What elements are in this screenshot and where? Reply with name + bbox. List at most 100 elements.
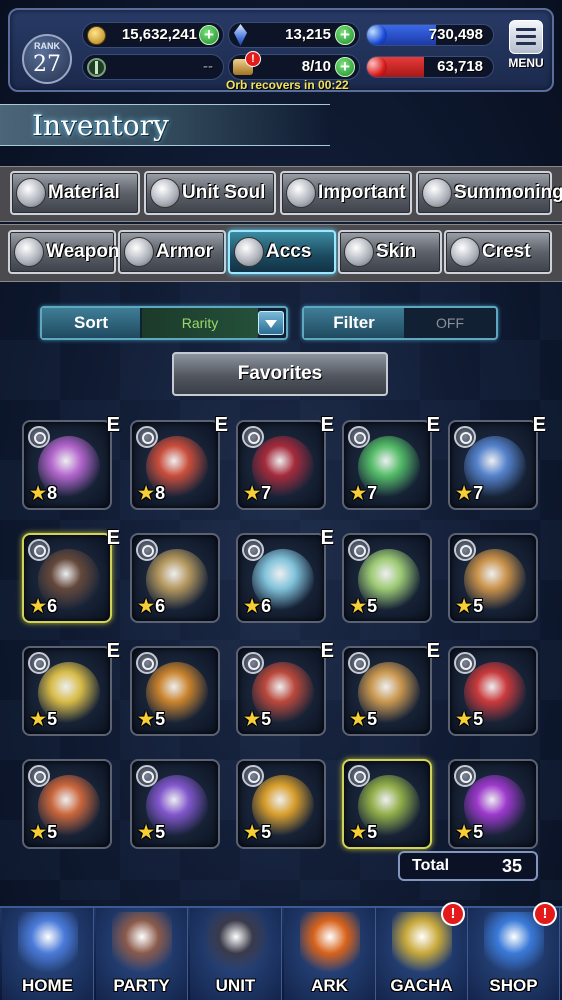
add-orb-button[interactable]: + xyxy=(335,57,355,77)
accessory-item[interactable]: ★5 xyxy=(342,533,432,623)
accessory-item[interactable]: E ★8 xyxy=(22,414,120,510)
tab-important[interactable]: Important xyxy=(280,171,412,215)
accessory-type-icon xyxy=(136,539,158,561)
accessory-type-icon xyxy=(348,652,370,674)
tab-label: Important xyxy=(318,182,406,203)
accessory-item[interactable]: E ★5 xyxy=(22,640,120,736)
tab-skin[interactable]: Skin xyxy=(338,230,442,274)
nav-shop[interactable]: SHOP! xyxy=(468,902,560,1000)
accessory-type-icon xyxy=(242,652,264,674)
page-title: Inventory xyxy=(32,109,169,142)
star-icon: ★ xyxy=(30,709,47,729)
total-counter: Total 35 xyxy=(398,851,538,881)
accessory-item[interactable]: E ★7 xyxy=(342,414,440,510)
accessory-item[interactable]: ★5 xyxy=(236,759,326,849)
nav-gacha[interactable]: GACHA! xyxy=(376,902,468,1000)
star-icon: ★ xyxy=(456,483,473,503)
soul-flame-icon xyxy=(150,178,180,208)
sort-control[interactable]: Sort Rarity xyxy=(40,306,288,340)
accessory-item[interactable]: ★6 xyxy=(130,533,220,623)
filter-control[interactable]: Filter OFF xyxy=(302,306,498,340)
tab-armor[interactable]: Armor xyxy=(118,230,226,274)
star-icon: ★ xyxy=(138,709,155,729)
sort-dropdown-button[interactable] xyxy=(258,311,284,335)
tab-label: Weapon xyxy=(46,241,120,262)
nav-home[interactable]: HOME xyxy=(2,908,94,1000)
rarity-label: ★5 xyxy=(456,709,483,730)
star-icon: ★ xyxy=(30,596,47,616)
rarity-label: ★6 xyxy=(30,596,57,617)
equipped-marker: E xyxy=(426,640,440,662)
star-icon: ★ xyxy=(456,709,473,729)
accessory-item[interactable]: ★5 xyxy=(448,646,538,736)
accessory-item[interactable]: E ★5 xyxy=(342,640,440,736)
nav-unit[interactable]: UNIT xyxy=(190,908,282,1000)
equipped-marker: E xyxy=(532,414,546,436)
total-label: Total xyxy=(412,857,450,874)
rarity-label: ★5 xyxy=(30,822,57,843)
accessory-item[interactable]: E ★8 xyxy=(130,414,228,510)
notification-badge: ! xyxy=(533,902,557,926)
tab-accs[interactable]: Accs xyxy=(228,230,336,274)
nav-party[interactable]: PARTY xyxy=(96,908,188,1000)
add-lapis-button[interactable]: + xyxy=(335,25,355,45)
accessory-item[interactable]: ★5 xyxy=(448,533,538,623)
rarity-value: 6 xyxy=(261,596,272,616)
accessory-item[interactable]: ★5 xyxy=(342,759,432,849)
party-icon xyxy=(112,912,172,974)
accessory-type-icon xyxy=(454,426,476,448)
accessory-type-icon xyxy=(348,539,370,561)
rarity-label: ★5 xyxy=(350,596,377,617)
accessory-item[interactable]: ★5 xyxy=(130,759,220,849)
rarity-value: 8 xyxy=(47,483,58,503)
rarity-value: 5 xyxy=(473,596,484,616)
accessory-item[interactable]: E ★5 xyxy=(236,640,334,736)
nav-label: UNIT xyxy=(215,976,256,995)
blue-orb-icon xyxy=(367,25,387,45)
star-icon: ★ xyxy=(138,483,155,503)
star-icon: ★ xyxy=(456,596,473,616)
tab-label: Material xyxy=(48,182,120,203)
tab-label: Unit Soul xyxy=(182,182,266,203)
tab-summoning[interactable]: Summoning xyxy=(416,171,562,215)
add-gil-button[interactable]: + xyxy=(199,25,219,45)
total-value: 35 xyxy=(501,856,522,876)
friend-counter: -- xyxy=(82,54,224,80)
accessory-item[interactable]: ★5 xyxy=(448,759,538,849)
tab-crest[interactable]: Crest xyxy=(444,230,552,274)
nav-ark[interactable]: ARK xyxy=(284,908,376,1000)
tab-label: Accs xyxy=(266,241,312,262)
gil-coin-icon xyxy=(87,26,106,45)
tab-label: Crest xyxy=(482,241,531,262)
sort-label: Sort xyxy=(42,308,140,338)
lapis-value: 13,215 xyxy=(285,26,331,43)
accessory-item[interactable]: E ★7 xyxy=(448,414,546,510)
armor-icon xyxy=(124,237,154,267)
sword-icon xyxy=(14,237,44,267)
rarity-label: ★5 xyxy=(456,596,483,617)
star-icon: ★ xyxy=(244,596,261,616)
accessory-item[interactable]: E ★7 xyxy=(236,414,334,510)
tab-label: Summoning xyxy=(454,182,562,203)
accessory-item[interactable]: ★5 xyxy=(22,759,112,849)
unit-icon xyxy=(206,912,266,974)
red-orb-icon xyxy=(367,57,387,77)
star-icon: ★ xyxy=(244,822,261,842)
tab-material[interactable]: Material xyxy=(10,171,140,215)
rarity-value: 7 xyxy=(473,483,484,503)
accessory-type-icon xyxy=(242,765,264,787)
title-banner: Inventory xyxy=(0,104,330,146)
favorites-button[interactable]: Favorites xyxy=(172,352,388,396)
tab-unit-soul[interactable]: Unit Soul xyxy=(144,171,276,215)
rank-badge[interactable]: RANK 27 xyxy=(22,34,72,84)
accessory-item[interactable]: E ★6 xyxy=(22,527,120,623)
rarity-value: 7 xyxy=(261,483,272,503)
menu-icon xyxy=(509,20,543,54)
accessory-item[interactable]: E ★6 xyxy=(236,527,334,623)
tab-weapon[interactable]: Weapon xyxy=(8,230,120,274)
accessory-item[interactable]: ★5 xyxy=(130,646,220,736)
star-icon: ★ xyxy=(30,483,47,503)
menu-button[interactable]: MENU xyxy=(504,20,548,78)
equipped-marker: E xyxy=(320,640,334,662)
accessory-type-icon xyxy=(28,652,50,674)
